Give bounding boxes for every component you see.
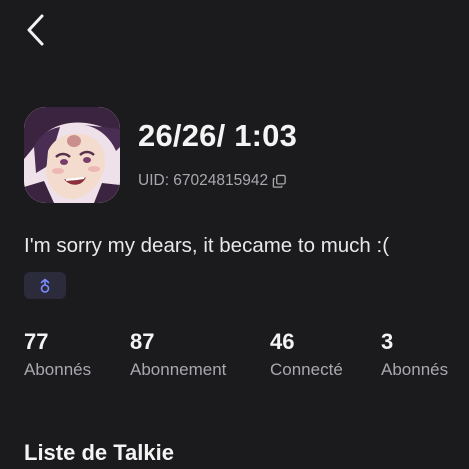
gender-badge[interactable] bbox=[24, 272, 66, 299]
stat-value: 77 bbox=[24, 329, 49, 354]
stat-label: Abonnement bbox=[130, 360, 227, 379]
bio-text: I'm sorry my dears, it became to much :( bbox=[24, 234, 390, 257]
stat-followers[interactable]: 77 Abonnés bbox=[24, 330, 91, 381]
avatar[interactable] bbox=[24, 107, 120, 203]
stat-connected[interactable]: 46 Connecté bbox=[270, 330, 343, 381]
stat-label: Abonnés bbox=[381, 360, 449, 379]
stat-following[interactable]: 87 Abonnement bbox=[130, 330, 226, 381]
copy-icon[interactable] bbox=[272, 174, 287, 189]
stat-label: Abonnés bbox=[24, 360, 92, 379]
stat-label: Connecté bbox=[270, 360, 343, 379]
stat-value: 3 bbox=[381, 329, 394, 354]
gender-symbol-icon bbox=[40, 278, 50, 293]
stat-subscribers[interactable]: 3 Abonnés bbox=[381, 330, 448, 381]
anime-character-avatar bbox=[24, 107, 120, 203]
uid-text: UID: 67024815942 bbox=[138, 172, 269, 189]
stats-row: 77 Abonnés 87 Abonnement 46 Connecté 3 A… bbox=[0, 330, 469, 380]
section-title: Liste de Talkie bbox=[24, 440, 174, 465]
uid-row: UID: 67024815942 bbox=[138, 172, 287, 190]
back-button[interactable] bbox=[20, 12, 56, 48]
stat-value: 46 bbox=[270, 329, 295, 354]
chevron-left-icon bbox=[27, 14, 44, 46]
username: 26/26/ 1:03 bbox=[138, 118, 298, 153]
stat-value: 87 bbox=[130, 329, 155, 354]
